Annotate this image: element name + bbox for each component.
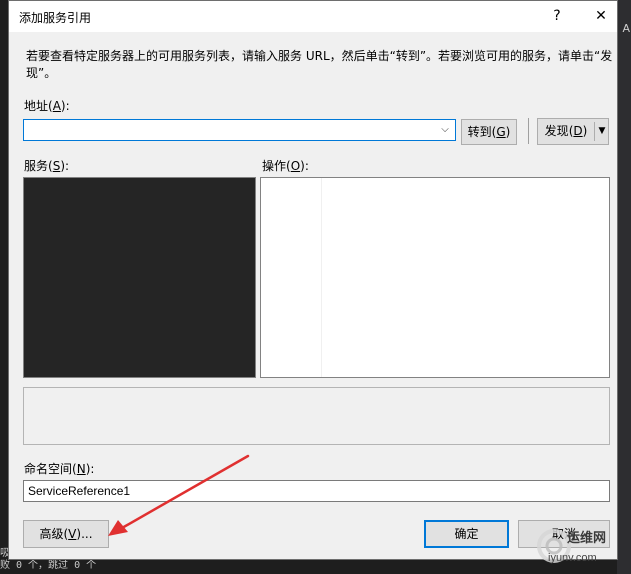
help-button[interactable]: ? xyxy=(543,5,571,27)
chevron-down-icon[interactable]: ⌵ xyxy=(437,122,453,138)
advanced-button[interactable]: 高级(V)... xyxy=(23,520,109,548)
namespace-label-text: 命名空间 xyxy=(24,462,73,476)
discover-button-label: 发现 xyxy=(544,124,569,138)
operations-label-text: 操作 xyxy=(262,159,287,173)
go-access-key: G xyxy=(496,125,506,139)
add-service-reference-dialog: 添加服务引用 ? ✕ 若要查看特定服务器上的可用服务列表，请输入服务 URL，然… xyxy=(8,0,618,560)
close-button[interactable]: ✕ xyxy=(587,5,615,27)
watermark-brand: 运维网 xyxy=(567,531,607,546)
services-tree[interactable] xyxy=(23,177,256,378)
dialog-title: 添加服务引用 xyxy=(19,11,92,25)
discover-access-key: D xyxy=(573,124,583,138)
status-area xyxy=(23,387,610,445)
operations-label: 操作(O): xyxy=(262,159,309,173)
advanced-ellipsis: ... xyxy=(81,527,93,541)
background-right-text: A xyxy=(622,22,630,35)
dropdown-arrow-icon[interactable]: ▼ xyxy=(596,119,608,144)
watermark-domain: iyunv.com xyxy=(548,552,597,564)
background-right-strip: A xyxy=(617,0,631,574)
split-divider xyxy=(594,122,595,141)
address-combobox[interactable]: ⌵ xyxy=(23,119,456,141)
discover-button[interactable]: 发现(D) xyxy=(538,119,594,144)
background-output-line: 败 0 个，跳过 0 个 xyxy=(0,560,97,571)
namespace-access-key: N xyxy=(76,462,86,476)
services-access-key: S xyxy=(52,159,61,173)
discover-split-button[interactable]: 发现(D) ▼ xyxy=(537,118,609,145)
address-label: 地址(A): xyxy=(24,99,70,113)
advanced-access-key: V xyxy=(68,527,77,541)
address-input[interactable] xyxy=(26,121,435,139)
advanced-button-label: 高级 xyxy=(39,527,64,541)
title-bar[interactable]: 添加服务引用 ? ✕ xyxy=(9,1,617,32)
operations-list[interactable] xyxy=(260,177,610,378)
instructions-text: 若要查看特定服务器上的可用服务列表，请输入服务 URL，然后单击“转到”。若要浏… xyxy=(26,49,613,80)
toolbar-separator xyxy=(528,118,529,144)
namespace-input[interactable] xyxy=(23,480,610,502)
services-label-text: 服务 xyxy=(24,159,49,173)
ok-button[interactable]: 确定 xyxy=(424,520,509,548)
namespace-label: 命名空间(N): xyxy=(24,462,95,476)
address-label-text: 地址 xyxy=(24,99,49,113)
go-button-label: 转到 xyxy=(467,125,492,139)
services-label: 服务(S): xyxy=(24,159,70,173)
address-access-key: A xyxy=(52,99,61,113)
operations-access-key: O xyxy=(290,159,301,173)
screen: A 吸 败 0 个，跳过 0 个 添加服务引用 ? ✕ 若要查看特定服务器上的可… xyxy=(0,0,631,574)
operations-column-divider xyxy=(321,178,322,377)
go-button[interactable]: 转到(G) xyxy=(461,119,517,145)
